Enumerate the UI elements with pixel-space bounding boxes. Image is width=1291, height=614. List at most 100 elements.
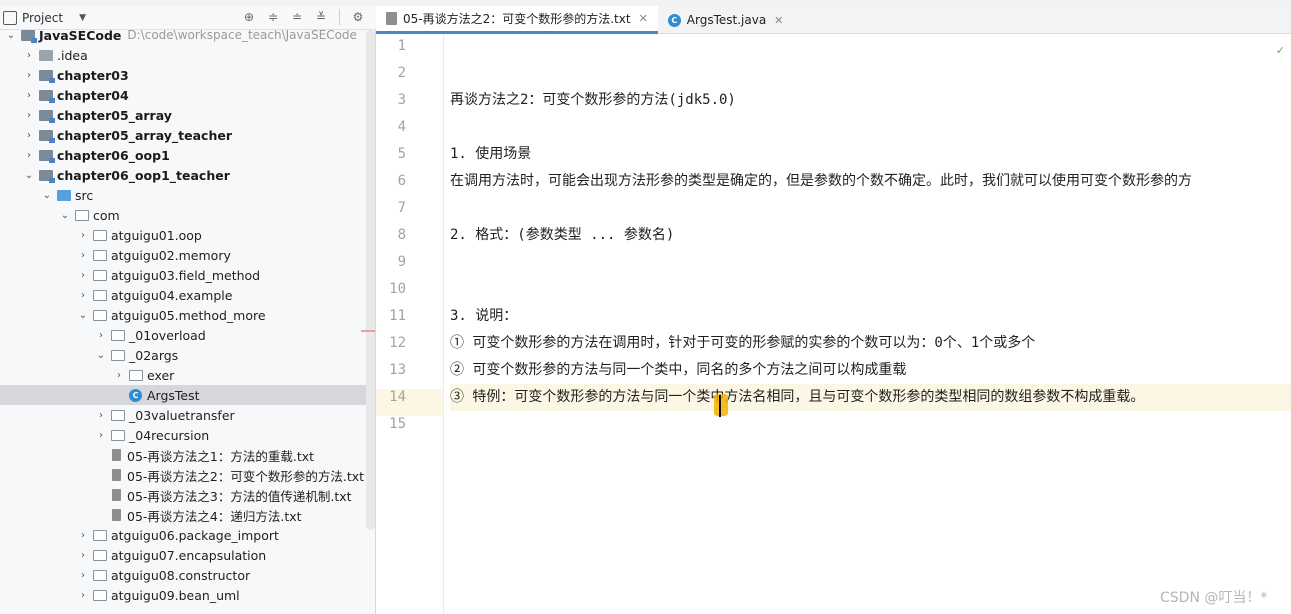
chevron-right-icon[interactable]: › [22,90,36,101]
project-panel-scrollbar[interactable] [366,30,375,530]
chevron-right-icon[interactable]: › [112,370,126,381]
tree-item-label: _03valuetransfer [129,407,235,423]
tree-item-path: D:\code\workspace_teach\JavaSECode [127,30,357,42]
tab-args-txt[interactable]: 05-再谈方法之2：可变个数形参的方法.txt ✕ [376,6,658,34]
tree-item[interactable]: › atguigu09.bean_uml [0,585,366,605]
chevron-right-icon[interactable]: › [22,130,36,141]
chevron-right-icon[interactable]: › [22,70,36,81]
tree-item[interactable]: ⌄ com [0,205,366,225]
tree-item[interactable]: › atguigu02.memory [0,245,366,265]
chevron-right-icon[interactable]: › [94,430,108,441]
chevron-right-icon[interactable]: › [76,550,90,561]
package-icon [129,369,143,381]
tree-item-label: chapter05_array [57,107,172,123]
editor-line[interactable] [450,114,1291,141]
tree-item[interactable]: › chapter03 [0,65,366,85]
editor-content[interactable]: 再谈方法之2：可变个数形参的方法(jdk5.0) 1. 使用场景 在调用方法时，可能… [450,34,1291,614]
chevron-right-icon[interactable]: › [22,150,36,161]
line-number: 1 [397,38,406,54]
editor-line[interactable] [450,195,1291,222]
chevron-right-icon[interactable]: › [76,250,90,261]
chevron-down-icon[interactable]: ⌄ [40,190,54,201]
tree-item[interactable]: › chapter04 [0,85,366,105]
tree-item[interactable]: ›05-再谈方法之2：可变个数形参的方法.txt [0,465,366,485]
chevron-right-icon[interactable]: › [76,570,90,581]
text-editor[interactable]: 1 2 3 4 5 6 7 8 9 10 11 12 13 14 15 再谈方法之2：可变个数形参的方法(j… [376,34,1291,614]
chevron-right-icon[interactable]: › [76,290,90,301]
tree-item[interactable]: ⌄ chapter06_oop1_teacher [0,165,366,185]
tree-item[interactable]: › _04recursion [0,425,366,445]
tree-item[interactable]: ›05-再谈方法之1：方法的重载.txt [0,445,366,465]
package-icon [93,269,107,281]
java-class-icon: C [129,388,142,402]
tree-item[interactable]: ›05-再谈方法之4：递归方法.txt [0,505,366,525]
chevron-down-icon[interactable]: ⌄ [94,350,108,361]
expand-all-icon[interactable]: ≐ [289,9,305,25]
editor-line[interactable]: ③ 特例：可变个数形参的方法与同一个类中方法名相同，且与可变个数形参的类型相同的… [450,384,1291,411]
project-tree: ⌄ JavaSECode D:\code\workspace_teach\JavaS… [0,30,376,614]
line-number-gutter[interactable]: 1 2 3 4 5 6 7 8 9 10 11 12 13 14 15 [376,34,444,614]
editor-line[interactable]: ① 可变个数形参的方法在调用时，针对于可变的形参赋的实参的个数可以为：0个、1个… [450,330,1291,357]
tree-item-label: chapter06_oop1 [57,147,170,163]
tree-item[interactable]: › chapter05_array [0,105,366,125]
watermark: CSDN @叮当！* [1160,590,1268,606]
tree-item[interactable]: › atguigu01.oop [0,225,366,245]
line-number: 8 [397,227,406,243]
tree-item[interactable]: ⌄ _02args [0,345,366,365]
editor-line[interactable]: 再谈方法之2：可变个数形参的方法(jdk5.0) [450,87,1291,114]
chevron-down-icon[interactable]: ⌄ [58,210,72,221]
project-tool-buttons: ⊕ ≑ ≐ ≚ ⚙ — [241,9,390,25]
tree-item[interactable]: ›CArgsTest [0,385,366,405]
editor-line[interactable] [450,411,1291,438]
chevron-right-icon[interactable]: › [76,590,90,601]
check-icon[interactable]: ✓ [1276,44,1285,57]
editor-line[interactable] [450,34,1291,60]
chevron-right-icon[interactable]: › [22,50,36,61]
tree-item-label: src [75,187,94,203]
tree-item[interactable]: › atguigu04.example [0,285,366,305]
chevron-down-icon[interactable]: ⌄ [76,310,90,321]
tree-item[interactable]: › exer [0,365,366,385]
tree-item[interactable]: ›05-再谈方法之3：方法的值传递机制.txt [0,485,366,505]
chevron-right-icon[interactable]: › [94,330,108,341]
chevron-right-icon[interactable]: › [76,270,90,281]
tree-item[interactable]: › atguigu03.field_method [0,265,366,285]
close-icon[interactable]: ✕ [639,12,648,25]
package-icon [111,349,125,361]
tree-item[interactable]: › .idea [0,45,366,65]
tree-item[interactable]: ⌄ atguigu05.method_more [0,305,366,325]
tree-item[interactable]: › atguigu06.package_import [0,525,366,545]
chevron-down-icon[interactable]: ▼ [79,13,86,23]
project-view-label[interactable]: Project [22,11,63,25]
chevron-right-icon[interactable]: › [94,410,108,421]
chevron-down-icon[interactable]: ⌄ [4,30,18,41]
editor-line[interactable]: 1. 使用场景 [450,141,1291,168]
chevron-right-icon[interactable]: › [22,110,36,121]
tree-item[interactable]: ⌄ JavaSECode D:\code\workspace_teach\JavaS… [0,30,366,45]
locate-file-icon[interactable]: ⊕ [241,9,257,25]
package-icon [93,229,107,241]
editor-line[interactable] [450,60,1291,87]
chevron-right-icon[interactable]: › [76,530,90,541]
editor-line[interactable] [450,276,1291,303]
tab-argstest-java[interactable]: C ArgsTest.java ✕ [658,6,794,34]
tree-item[interactable]: › _03valuetransfer [0,405,366,425]
sort-icon[interactable]: ≚ [313,9,329,25]
tree-item[interactable]: › _01overload [0,325,366,345]
chevron-down-icon[interactable]: ⌄ [22,170,36,181]
gear-icon[interactable]: ⚙ [350,9,366,25]
tree-item[interactable]: › atguigu07.encapsulation [0,545,366,565]
editor-line[interactable]: 在调用方法时，可能会出现方法形参的类型是确定的，但是参数的个数不确定。此时，我们… [450,168,1291,195]
text-file-icon [112,449,121,461]
close-icon[interactable]: ✕ [774,14,783,27]
tree-item[interactable]: › atguigu08.constructor [0,565,366,585]
tree-item[interactable]: › chapter06_oop1 [0,145,366,165]
tree-item[interactable]: › chapter05_array_teacher [0,125,366,145]
editor-line[interactable]: 3. 说明： [450,303,1291,330]
chevron-right-icon[interactable]: › [76,230,90,241]
tree-item[interactable]: ⌄ src [0,185,366,205]
collapse-all-icon[interactable]: ≑ [265,9,281,25]
editor-line[interactable]: 2. 格式：(参数类型 ... 参数名) [450,222,1291,249]
editor-line[interactable] [450,249,1291,276]
editor-line[interactable]: ② 可变个数形参的方法与同一个类中，同名的多个方法之间可以构成重载 [450,357,1291,384]
